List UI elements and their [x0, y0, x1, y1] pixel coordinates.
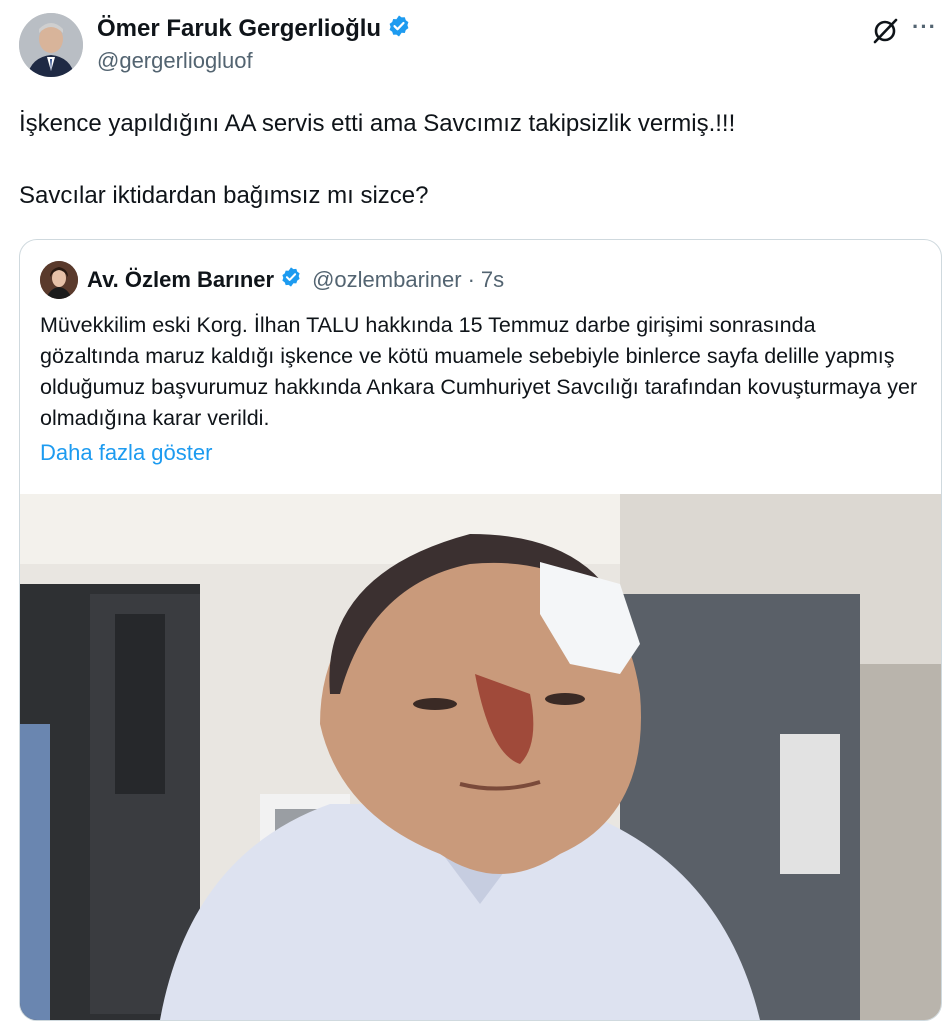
author-avatar[interactable] [19, 13, 83, 77]
quote-text: Müvekkilim eski Korg. İlhan TALU hakkınd… [40, 313, 918, 430]
more-options-button[interactable]: ··· [912, 14, 937, 40]
quote-author-handle[interactable]: @ozlembariner [312, 267, 462, 293]
quote-media-image[interactable] [20, 494, 941, 1020]
verified-badge-icon [387, 14, 411, 43]
tweet-paragraph-2: Savcılar iktidardan bağımsız mı sizce? [19, 182, 429, 209]
quote-separator: · [467, 267, 475, 292]
show-more-link[interactable]: Daha fazla göster [40, 440, 212, 466]
quote-author-name[interactable]: Av. Özlem Barıner [87, 267, 274, 293]
quote-timestamp[interactable]: 7s [481, 267, 504, 293]
tweet-text: İşkence yapıldığını AA servis etti ama S… [19, 108, 919, 212]
author-name[interactable]: Ömer Faruk Gergerlioğlu [97, 15, 381, 43]
tweet-paragraph-1: İşkence yapıldığını AA servis etti ama S… [19, 110, 736, 137]
quote-verified-badge-icon [280, 266, 302, 294]
quote-author-avatar[interactable] [40, 261, 78, 299]
author-handle[interactable]: @gergerliogluof [97, 48, 253, 74]
quoted-tweet[interactable]: Av. Özlem Barıner @ozlembariner · 7s Müv… [19, 239, 942, 1021]
grok-icon[interactable] [870, 16, 900, 46]
